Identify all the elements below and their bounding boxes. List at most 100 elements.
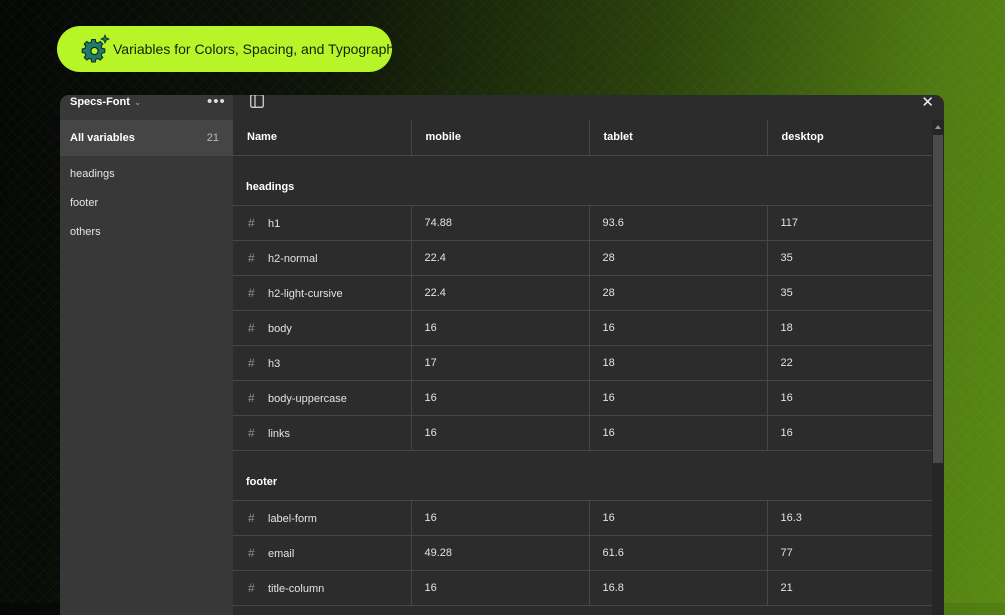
vertical-scrollbar[interactable]	[932, 120, 944, 615]
table-row[interactable]: # h1 74.88 93.6 117	[233, 205, 933, 241]
variables-window: Specs-Font ⌄ ••• All variables 21 headin…	[60, 95, 944, 615]
value-cell-desktop[interactable]: 35	[767, 275, 933, 311]
value-cell-mobile[interactable]: 22.4	[411, 275, 590, 311]
feature-banner: Variables for Colors, Spacing, and Typog…	[57, 26, 401, 72]
value-cell-tablet[interactable]: 93.6	[589, 205, 768, 241]
value-cell-tablet[interactable]: 16	[589, 500, 768, 536]
number-type-icon: #	[248, 545, 255, 560]
value-cell-tablet[interactable]: 16	[589, 415, 768, 451]
variable-name-cell[interactable]: # h3	[233, 345, 412, 381]
value-cell-mobile[interactable]: 16	[411, 500, 590, 536]
variable-name: h2-normal	[268, 252, 318, 265]
collection-selector[interactable]: Specs-Font ⌄	[70, 96, 141, 108]
variable-count-badge: 21	[206, 132, 219, 144]
variable-name: links	[268, 427, 291, 440]
variable-name-cell[interactable]: # h2-light-cursive	[233, 275, 412, 311]
table-row[interactable]: # email 49.28 61.6 77	[233, 535, 933, 571]
value-cell-desktop[interactable]: 16	[767, 415, 933, 451]
number-type-icon: #	[248, 580, 255, 595]
value-cell-desktop[interactable]: 77	[767, 535, 933, 571]
variable-name: title-column	[268, 582, 325, 595]
variable-name-cell[interactable]: # links	[233, 415, 412, 451]
value-cell-mobile[interactable]: 16	[411, 415, 590, 451]
table-row[interactable]: # body-uppercase 16 16 16	[233, 380, 933, 416]
value-cell-desktop[interactable]: 21	[767, 570, 933, 606]
variable-name: label-form	[268, 512, 317, 525]
table-row[interactable]: # h2-light-cursive 22.4 28 35	[233, 275, 933, 311]
value-cell-desktop[interactable]: 18	[767, 310, 933, 346]
value-cell-mobile[interactable]: 49.28	[411, 535, 590, 571]
value-cell-desktop[interactable]: 117	[767, 205, 933, 241]
variable-name: body-uppercase	[268, 392, 347, 405]
chevron-down-icon: ⌄	[133, 96, 142, 107]
variable-name-cell[interactable]: # label-form	[233, 500, 412, 536]
gear-sparkle-icon	[81, 34, 111, 63]
sidebar-item-headings[interactable]: headings	[60, 162, 115, 191]
variable-name: h2-light-cursive	[268, 287, 343, 300]
scrollbar-thumb[interactable]	[933, 135, 943, 463]
table-header-row: Name mobile tablet desktop	[233, 120, 933, 156]
variable-name: h3	[268, 357, 281, 370]
value-cell-desktop[interactable]: 16.3	[767, 500, 933, 536]
sidebar-item-all-variables[interactable]: All variables 21	[60, 120, 233, 156]
table-row[interactable]: # label-form 16 16 16.3	[233, 500, 933, 536]
collection-name: Specs-Font	[70, 96, 130, 108]
table-row[interactable]: # body 16 16 18	[233, 310, 933, 346]
number-type-icon: #	[248, 320, 255, 335]
variable-name: email	[268, 547, 295, 560]
table-row[interactable]: # h3 17 18 22	[233, 345, 933, 381]
group-row: footer	[233, 450, 933, 501]
sidebar-item-others[interactable]: others	[60, 220, 115, 249]
number-type-icon: #	[248, 285, 255, 300]
sidebar-toggle-icon[interactable]	[250, 95, 264, 108]
value-cell-desktop[interactable]: 22	[767, 345, 933, 381]
banner-title: Variables for Colors, Spacing, and Typog…	[113, 41, 402, 57]
column-header-tablet[interactable]: tablet	[589, 120, 768, 156]
value-cell-tablet[interactable]: 61.6	[589, 535, 768, 571]
value-cell-desktop[interactable]: 35	[767, 240, 933, 276]
column-header-name[interactable]: Name	[233, 120, 412, 156]
sidebar-item-footer[interactable]: footer	[60, 191, 115, 220]
group-list: headings footer others	[60, 162, 115, 249]
value-cell-tablet[interactable]: 16.8	[589, 570, 768, 606]
value-cell-desktop[interactable]: 16	[767, 380, 933, 416]
value-cell-tablet[interactable]: 16	[589, 310, 768, 346]
table-row[interactable]: # title-column 16 16.8 21	[233, 570, 933, 606]
table-body: headings # h1 74.88 93.6 117 # h2-normal 22.4 28 3…	[233, 155, 933, 606]
close-icon[interactable]: ✕	[921, 95, 934, 111]
value-cell-mobile[interactable]: 74.88	[411, 205, 590, 241]
number-type-icon: #	[248, 215, 255, 230]
value-cell-mobile[interactable]: 22.4	[411, 240, 590, 276]
sidebar-item-label: All variables	[70, 132, 135, 144]
number-type-icon: #	[248, 390, 255, 405]
value-cell-mobile[interactable]: 16	[411, 570, 590, 606]
variable-name-cell[interactable]: # email	[233, 535, 412, 571]
column-header-desktop[interactable]: desktop	[767, 120, 933, 156]
toolbar: ✕	[233, 95, 944, 120]
value-cell-tablet[interactable]: 16	[589, 380, 768, 416]
variable-name-cell[interactable]: # body-uppercase	[233, 380, 412, 416]
number-type-icon: #	[248, 425, 255, 440]
variable-name-cell[interactable]: # h1	[233, 205, 412, 241]
variables-table: Name mobile tablet desktop headings # h1 74…	[233, 120, 933, 606]
variable-name: body	[268, 322, 292, 335]
variable-name-cell[interactable]: # h2-normal	[233, 240, 412, 276]
variable-name-cell[interactable]: # body	[233, 310, 412, 346]
value-cell-tablet[interactable]: 28	[589, 275, 768, 311]
table-row[interactable]: # h2-normal 22.4 28 35	[233, 240, 933, 276]
column-header-mobile[interactable]: mobile	[411, 120, 590, 156]
group-row: headings	[233, 155, 933, 206]
variable-name-cell[interactable]: # title-column	[233, 570, 412, 606]
group-heading: headings	[233, 155, 933, 206]
group-heading: footer	[233, 450, 933, 501]
sidebar: Specs-Font ⌄ ••• All variables 21 headin…	[60, 95, 233, 615]
more-options-icon[interactable]: •••	[207, 95, 226, 110]
scroll-up-icon[interactable]	[935, 125, 941, 129]
value-cell-mobile[interactable]: 16	[411, 310, 590, 346]
value-cell-tablet[interactable]: 28	[589, 240, 768, 276]
number-type-icon: #	[248, 510, 255, 525]
value-cell-mobile[interactable]: 16	[411, 380, 590, 416]
value-cell-mobile[interactable]: 17	[411, 345, 590, 381]
table-row[interactable]: # links 16 16 16	[233, 415, 933, 451]
value-cell-tablet[interactable]: 18	[589, 345, 768, 381]
